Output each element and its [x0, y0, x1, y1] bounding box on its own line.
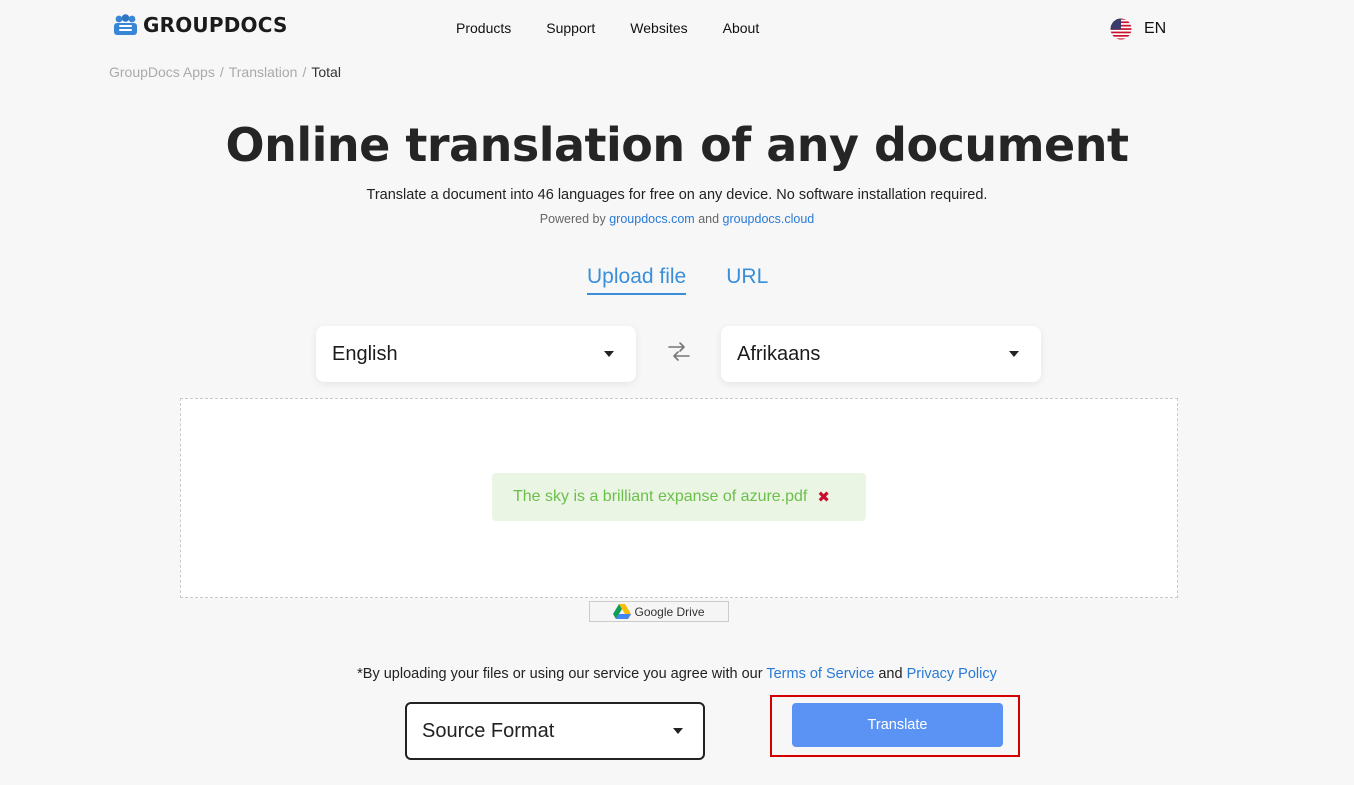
agreement-text: *By uploading your files or using our se…	[357, 666, 763, 682]
logo-text: GROUPDOCS	[143, 13, 288, 37]
nav-about[interactable]: About	[723, 20, 760, 36]
target-language-value: Afrikaans	[737, 342, 821, 365]
google-drive-button[interactable]: Google Drive	[589, 601, 729, 622]
source-language-value: English	[332, 342, 398, 365]
nav-support[interactable]: Support	[546, 20, 595, 36]
us-flag-icon	[1110, 18, 1132, 40]
source-format-select[interactable]: Source Format	[405, 702, 705, 760]
google-drive-icon	[613, 603, 632, 619]
groupdocs-logo-icon	[114, 14, 137, 35]
uploaded-file-name: The sky is a brilliant expanse of azure.…	[513, 488, 808, 505]
google-drive-label: Google Drive	[634, 604, 705, 619]
nav-products[interactable]: Products	[456, 20, 511, 36]
language-switcher[interactable]: EN	[1110, 18, 1166, 40]
privacy-policy-link[interactable]: Privacy Policy	[907, 666, 997, 682]
page-title: Online translation of any document	[225, 118, 1129, 172]
powered-and: and	[698, 212, 720, 226]
groupdocs-com-link[interactable]: groupdocs.com	[609, 212, 694, 226]
agreement-and: and	[878, 666, 903, 682]
swap-languages-button[interactable]	[667, 341, 691, 368]
tab-upload-file[interactable]: Upload file	[587, 265, 687, 295]
header: GROUPDOCS Products Support Websites Abou…	[0, 0, 1354, 58]
breadcrumb-item-apps[interactable]: GroupDocs Apps	[109, 64, 215, 80]
logo[interactable]: GROUPDOCS	[113, 13, 288, 37]
remove-file-icon[interactable]: ✖	[817, 488, 830, 506]
breadcrumb: GroupDocs Apps / Translation / Total	[109, 64, 341, 80]
translate-button[interactable]: Translate	[792, 703, 1003, 747]
breadcrumb-item-translation[interactable]: Translation	[229, 64, 298, 80]
powered-by: Powered by groupdocs.com and groupdocs.c…	[0, 212, 1354, 226]
terms-agreement: *By uploading your files or using our se…	[0, 666, 1354, 682]
powered-prefix: Powered by	[539, 212, 606, 226]
swap-arrows-icon	[668, 342, 690, 361]
target-language-select[interactable]: Afrikaans	[721, 326, 1041, 382]
uploaded-file-chip: The sky is a brilliant expanse of azure.…	[492, 473, 866, 521]
breadcrumb-separator: /	[219, 64, 224, 80]
breadcrumb-separator: /	[302, 64, 307, 80]
chevron-down-icon	[604, 351, 614, 357]
terms-of-service-link[interactable]: Terms of Service	[766, 666, 874, 682]
nav-websites[interactable]: Websites	[630, 20, 687, 36]
breadcrumb-current: Total	[311, 64, 341, 80]
source-format-value: Source Format	[422, 719, 555, 742]
upload-tabs: Upload file URL	[587, 265, 768, 295]
page-subtitle: Translate a document into 46 languages f…	[366, 187, 988, 203]
chevron-down-icon	[1009, 351, 1019, 357]
language-code: EN	[1144, 20, 1167, 37]
chevron-down-icon	[673, 728, 683, 734]
tab-url[interactable]: URL	[726, 265, 768, 295]
source-language-select[interactable]: English	[316, 326, 636, 382]
groupdocs-cloud-link[interactable]: groupdocs.cloud	[723, 212, 815, 226]
main-nav: Products Support Websites About	[456, 20, 759, 36]
